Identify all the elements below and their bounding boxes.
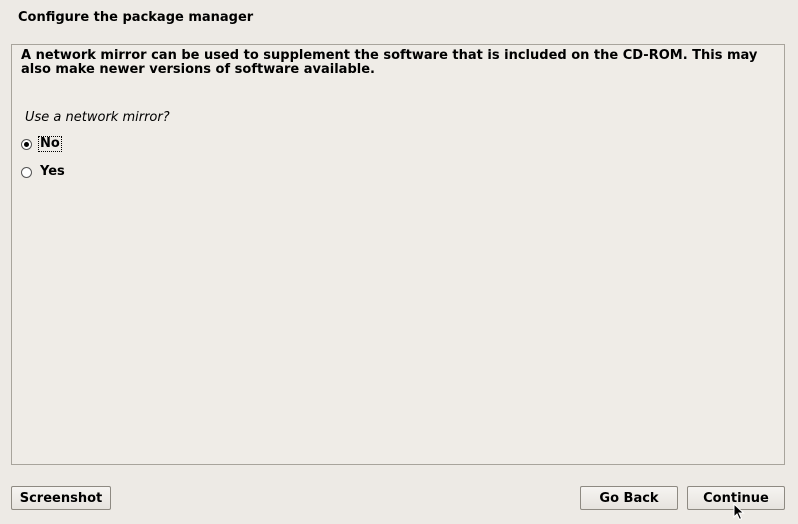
screenshot-button[interactable]: Screenshot <box>11 486 111 510</box>
question-label: Use a network mirror? <box>25 110 170 125</box>
content-panel: A network mirror can be used to suppleme… <box>11 44 785 465</box>
radio-button-yes[interactable] <box>21 166 32 178</box>
radio-label-yes[interactable]: Yes <box>39 165 66 179</box>
description-text: A network mirror can be used to suppleme… <box>21 48 758 77</box>
radio-button-no[interactable] <box>21 138 32 150</box>
radio-label-no[interactable]: No <box>38 136 62 152</box>
radio-option-no[interactable]: No <box>21 135 62 153</box>
page-title: Configure the package manager <box>18 10 254 25</box>
mouse-pointer-icon <box>733 503 745 521</box>
go-back-button[interactable]: Go Back <box>580 486 678 510</box>
radio-option-yes[interactable]: Yes <box>21 163 66 181</box>
